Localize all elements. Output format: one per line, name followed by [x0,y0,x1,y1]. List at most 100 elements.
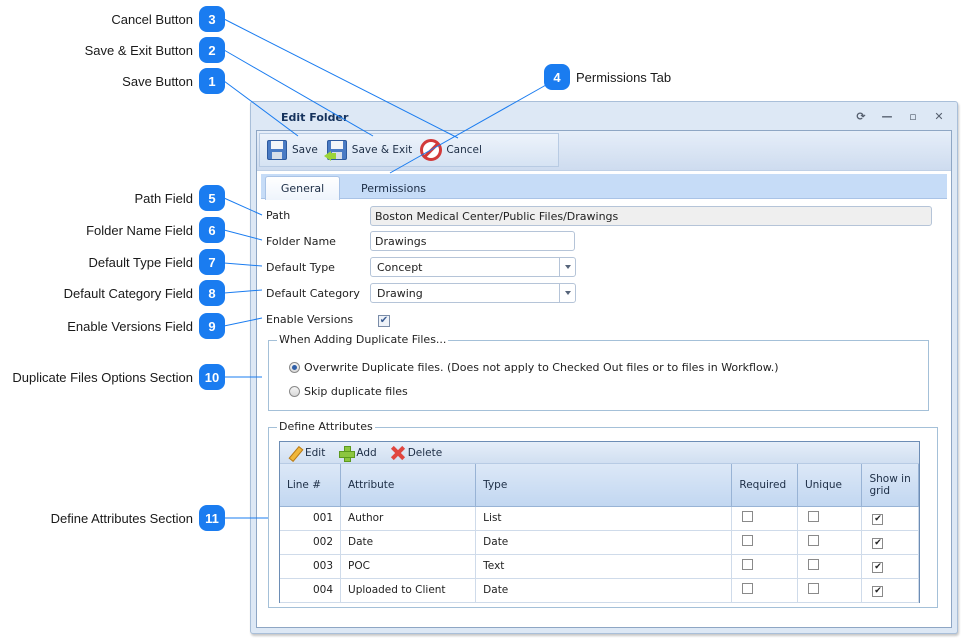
cell-show: ✔ [861,554,919,579]
callout-badge-8: 8 [199,280,225,306]
cell-line: 004 [280,578,342,603]
attribute-row[interactable]: 003 POC Text ✔ [280,554,919,579]
default-category-select[interactable]: Drawing [370,283,576,303]
save-exit-button[interactable]: Save & Exit [323,136,413,164]
show-checkbox[interactable]: ✔ [872,513,884,525]
overwrite-duplicates-label: Overwrite Duplicate files. (Does not app… [304,361,779,374]
callout-badge-5: 5 [199,185,225,211]
attribute-row[interactable]: 004 Uploaded to Client Date ✔ [280,578,919,603]
folder-name-field[interactable]: Drawings [370,231,575,251]
define-attributes-section: Define Attributes Edit Add Delete Line #… [268,420,938,608]
column-header-type[interactable]: Type [475,464,733,507]
window-title: Edit Folder [281,111,349,124]
cell-unique [797,578,863,603]
callout-badge-2: 2 [199,37,225,63]
delete-label: Delete [407,446,443,459]
unique-checkbox[interactable] [807,559,819,570]
attribute-row[interactable]: 001 Author List ✔ [280,506,919,531]
save-button[interactable]: Save [266,136,318,164]
default-type-value: Concept [377,260,423,274]
cancel-prohibited-icon [420,139,443,161]
column-header-show-in-grid[interactable]: Show in grid [861,464,919,507]
required-checkbox[interactable] [742,583,754,594]
callout-label-path: Path Field [134,191,193,206]
cell-show: ✔ [861,506,919,531]
tab-general[interactable]: General [265,176,340,200]
column-header-line[interactable]: Line # [280,464,342,507]
cell-required [731,530,798,555]
cancel-button[interactable]: Cancel [420,136,482,164]
required-checkbox[interactable] [742,559,754,570]
skip-duplicates-label: Skip duplicate files [304,385,408,398]
floppy-disk-icon [266,139,288,161]
close-icon[interactable]: ✕ [933,110,945,123]
define-attributes-legend: Define Attributes [277,420,375,433]
chevron-down-icon[interactable] [559,258,575,276]
refresh-icon[interactable]: ⟳ [855,110,867,123]
overwrite-duplicates-radio[interactable]: Overwrite Duplicate files. (Does not app… [289,361,779,374]
column-header-required[interactable]: Required [731,464,798,507]
cell-unique [797,506,863,531]
required-checkbox[interactable] [742,511,754,522]
cell-type: Text [475,554,733,579]
delete-x-icon [391,446,405,460]
default-type-select[interactable]: Concept [370,257,576,277]
edit-label: Edit [305,446,326,459]
window-controls: ⟳ — ▫ ✕ [855,110,945,123]
cancel-button-label: Cancel [446,144,482,156]
save-exit-button-label: Save & Exit [351,144,413,156]
path-field[interactable]: Boston Medical Center/Public Files/Drawi… [370,206,932,226]
skip-duplicates-radio[interactable]: Skip duplicate files [289,385,408,398]
cell-show: ✔ [861,578,919,603]
edit-attribute-button[interactable]: Edit [288,446,325,460]
attributes-grid: Edit Add Delete Line # Attribute Type Re… [279,441,920,603]
chevron-down-icon[interactable] [559,284,575,302]
path-value: Boston Medical Center/Public Files/Drawi… [375,209,619,223]
duplicate-files-section: When Adding Duplicate Files... Overwrite… [268,333,929,411]
cell-type: Date [475,578,733,603]
default-category-value: Drawing [377,286,423,300]
column-header-attribute[interactable]: Attribute [340,464,477,507]
callout-badge-1: 1 [199,68,225,94]
show-checkbox[interactable]: ✔ [872,561,884,573]
callout-badge-11: 11 [199,505,225,531]
column-header-unique[interactable]: Unique [797,464,863,507]
unique-checkbox[interactable] [807,511,819,522]
attribute-row[interactable]: 002 Date Date ✔ [280,530,919,555]
callout-badge-10: 10 [199,364,225,390]
tab-bar: General Permissions [261,174,947,200]
cell-attribute: POC [340,554,477,579]
cell-unique [797,530,863,555]
tab-permissions[interactable]: Permissions [351,176,436,200]
enable-versions-label: Enable Versions [266,313,354,326]
minimize-icon[interactable]: — [881,110,893,123]
add-attribute-button[interactable]: Add [339,445,377,462]
attributes-header-row: Line # Attribute Type Required Unique Sh… [280,464,919,507]
attributes-table: Line # Attribute Type Required Unique Sh… [280,464,919,603]
enable-versions-checkbox[interactable]: ✔ [378,315,390,327]
pencil-icon [288,446,302,460]
plus-icon [339,445,356,462]
callout-badge-3: 3 [199,6,225,32]
required-checkbox[interactable] [742,535,754,546]
maximize-icon[interactable]: ▫ [907,110,919,123]
delete-attribute-button[interactable]: Delete [391,446,443,460]
callout-label-save: Save Button [122,74,193,89]
folder-name-value: Drawings [375,234,427,248]
unique-checkbox[interactable] [807,535,819,546]
toolbar-group: Save Save & Exit Cancel [259,133,559,167]
cell-attribute: Uploaded to Client [340,578,477,603]
show-checkbox[interactable]: ✔ [872,585,884,597]
cell-line: 001 [280,506,342,531]
folder-name-label: Folder Name [266,235,336,248]
grid-toolbar: Edit Add Delete [280,442,919,464]
cell-type: Date [475,530,733,555]
unique-checkbox[interactable] [807,583,819,594]
path-label: Path [266,209,291,222]
show-checkbox[interactable]: ✔ [872,537,884,549]
cell-attribute: Date [340,530,477,555]
cell-type: List [475,506,733,531]
cell-required [731,578,798,603]
radio-unselected-icon [289,386,300,397]
toolbar: Save Save & Exit Cancel [257,131,951,171]
